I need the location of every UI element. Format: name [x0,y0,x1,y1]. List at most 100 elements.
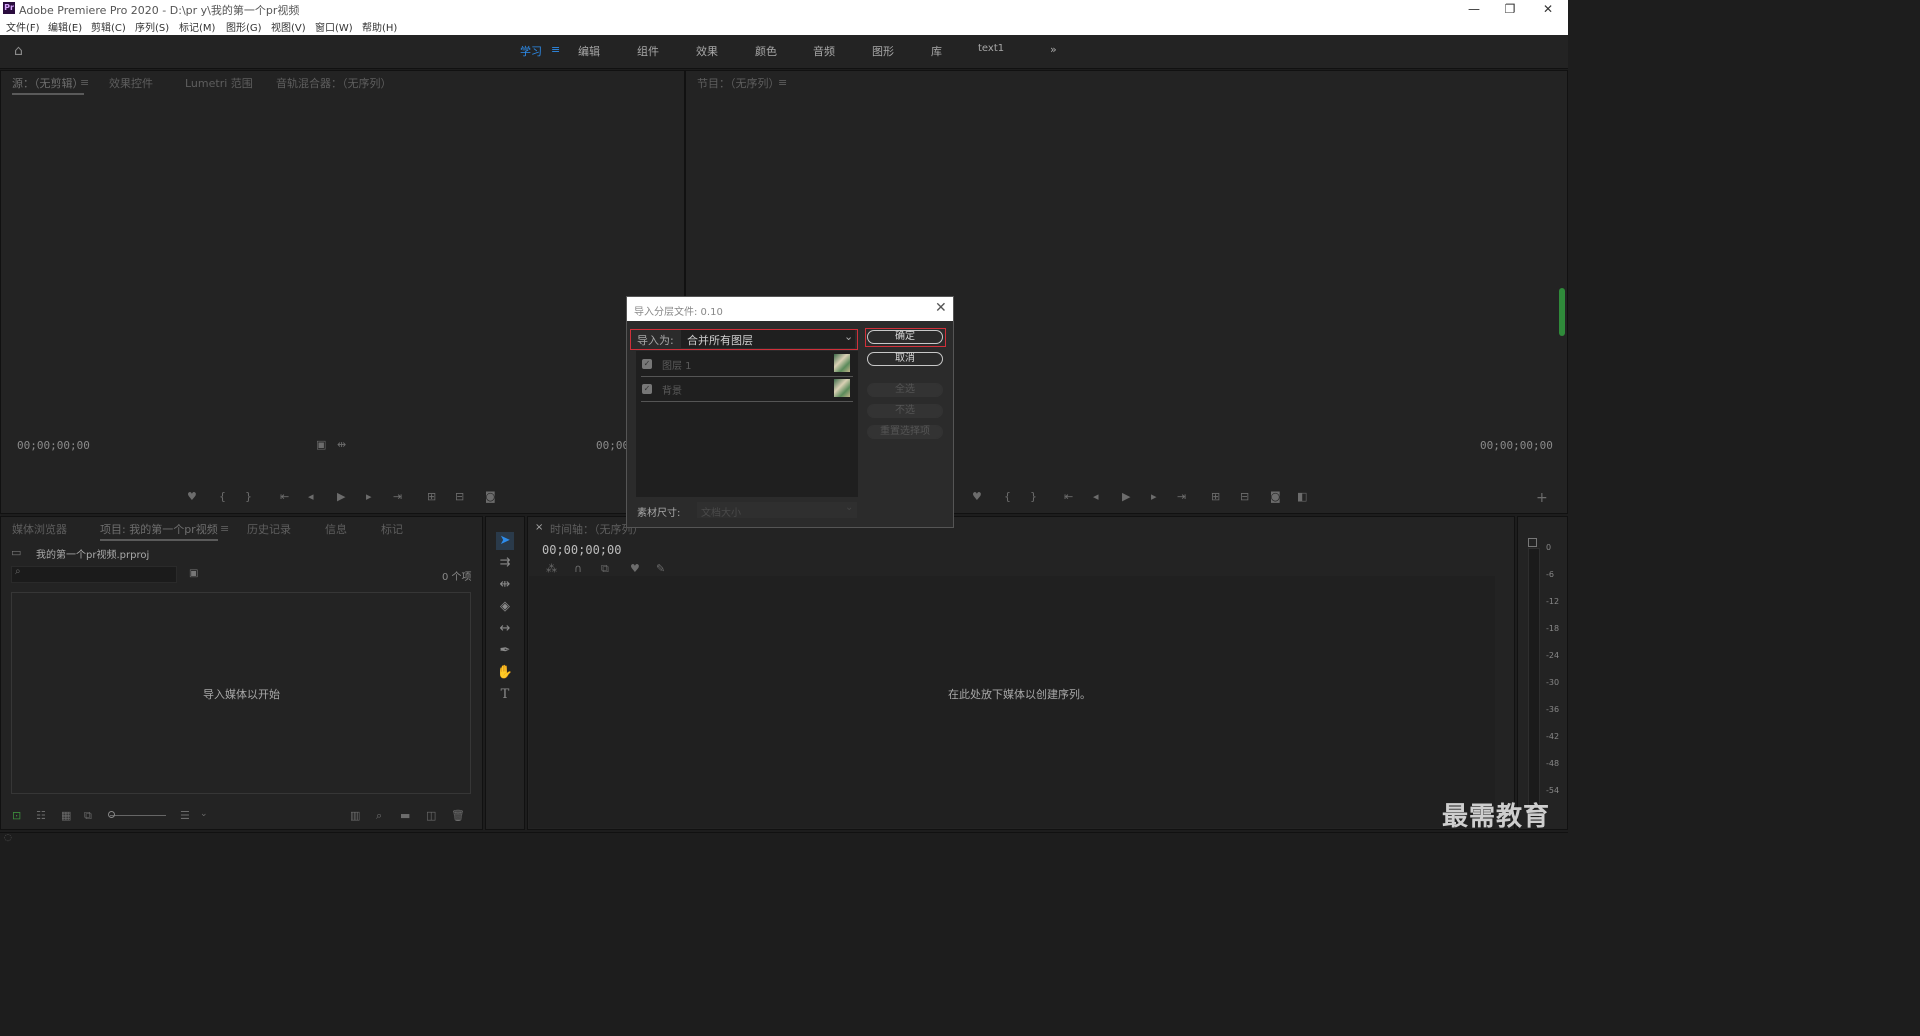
go-to-in-icon[interactable]: ⇤ [280,490,289,503]
menu-marker[interactable]: 标记(M) [179,19,215,34]
workspace-graphics[interactable]: 图形 [872,43,894,59]
tab-source[interactable]: 源：（无剪辑） [12,75,84,95]
sort-icons-icon[interactable]: ☰ [180,809,190,822]
close-window-button[interactable]: ✕ [1530,0,1566,18]
zoom-slider-handle[interactable] [108,811,115,818]
insert-icon[interactable]: ⊞ [427,490,436,503]
ripple-edit-tool-icon[interactable]: ⇹ [496,576,514,594]
timeline-track-area[interactable] [529,576,1495,828]
cancel-button[interactable]: 取消 [867,352,943,366]
menu-file[interactable]: 文件(F) [6,19,40,34]
minimize-button[interactable]: — [1456,0,1492,18]
panel-menu-icon[interactable]: ≡ [80,76,89,89]
automate-to-sequence-icon[interactable]: ▥ [350,809,360,822]
workspace-libraries[interactable]: 库 [931,43,942,59]
workspace-learn[interactable]: 学习 [520,43,542,59]
workspace-text1[interactable]: text1 [978,43,1004,54]
overwrite-icon[interactable]: ⊟ [455,490,464,503]
ok-button[interactable]: 确定 [867,330,943,344]
background-layer-checkbox[interactable]: ✓ [642,384,652,394]
tab-info[interactable]: 信息 [325,521,347,537]
program-panel-menu-icon[interactable]: ≡ [778,76,787,89]
layer-1-checkbox[interactable]: ✓ [642,359,652,369]
list-view-icon[interactable]: ☷ [36,809,46,822]
icon-view-icon[interactable]: ▦ [61,809,71,822]
project-search-input[interactable] [11,566,177,583]
meter-solo-icon[interactable] [1528,538,1537,547]
workspace-menu-icon[interactable]: ≡ [551,43,560,56]
program-add-marker-icon[interactable]: ♥ [972,490,982,503]
tab-lumetri-scopes[interactable]: Lumetri 范围 [185,75,253,91]
tab-program[interactable]: 节目：（无序列） [697,75,780,91]
tab-effect-controls[interactable]: 效果控件 [109,75,153,91]
select-all-button[interactable]: 全选 [867,383,943,397]
razor-tool-icon[interactable]: ◈ [496,598,514,616]
workspace-audio[interactable]: 音频 [813,43,835,59]
menu-help[interactable]: 帮助(H) [362,19,397,34]
tab-audio-track-mixer[interactable]: 音轨混合器：（无序列） [276,75,392,91]
snap-icon[interactable]: ∩ [574,562,582,575]
pen-tool-icon[interactable]: ✒ [496,642,514,660]
clear-icon[interactable]: 🗑 [451,809,465,822]
source-timecode[interactable]: 00;00;00;00 [17,439,90,452]
type-tool-icon[interactable]: T [496,686,514,704]
program-export-frame-icon[interactable]: ◙ [1270,490,1281,503]
program-go-to-out-icon[interactable]: ⇥ [1177,490,1186,503]
zoom-slider[interactable] [110,815,166,816]
add-button-icon[interactable]: + [1536,490,1548,506]
workspace-color[interactable]: 颜色 [755,43,777,59]
program-mark-in-icon[interactable]: { [1004,490,1011,503]
dialog-close-button[interactable]: ✕ [935,300,947,316]
export-frame-icon[interactable]: ◙ [485,490,496,503]
zoom-scrollbar[interactable] [1559,288,1565,336]
program-step-back-icon[interactable]: ◂ [1093,490,1099,503]
tab-media-browser[interactable]: 媒体浏览器 [12,521,67,537]
menu-edit[interactable]: 编辑(E) [48,19,82,34]
workspace-overflow-button[interactable]: » [1050,43,1057,56]
restore-button[interactable]: ❐ [1492,0,1528,18]
close-timeline-icon[interactable]: × [535,522,543,533]
new-item-icon[interactable]: ◫ [426,809,436,822]
menu-window[interactable]: 窗口(W) [315,19,353,34]
workspace-assembly[interactable]: 组件 [637,43,659,59]
lift-icon[interactable]: ⊞ [1211,490,1220,503]
play-icon[interactable]: ▶ [337,490,345,503]
workspace-editing[interactable]: 编辑 [578,43,600,59]
freeform-view-icon[interactable]: ⧉ [84,809,92,823]
add-marker-icon[interactable]: ♥ [187,490,197,503]
menu-clip[interactable]: 剪辑(C) [91,19,126,34]
tab-history[interactable]: 历史记录 [247,521,291,537]
project-panel-menu-icon[interactable]: ≡ [220,522,229,535]
extract-icon[interactable]: ⊟ [1240,490,1249,503]
new-search-bin-icon[interactable]: ▣ [189,568,198,579]
program-play-icon[interactable]: ▶ [1122,490,1130,503]
drag-video-icon[interactable]: ▣ [316,438,326,451]
mark-in-icon[interactable]: { [219,490,226,503]
select-none-button[interactable]: 不选 [867,404,943,418]
workspace-effects[interactable]: 效果 [696,43,718,59]
home-icon[interactable]: ⌂ [14,43,23,59]
program-mark-out-icon[interactable]: } [1030,490,1037,503]
sort-dropdown-icon[interactable]: ⌄ [200,809,208,819]
track-select-tool-icon[interactable]: ⇉ [496,554,514,572]
go-to-out-icon[interactable]: ⇥ [393,490,402,503]
linked-selection-icon[interactable]: ⧉ [601,562,609,576]
drag-audio-icon[interactable]: ⇹ [337,438,346,451]
find-icon[interactable]: ⌕ [376,809,382,823]
new-bin-icon[interactable]: ▬ [400,809,410,822]
reset-selection-button[interactable]: 重置选择项 [867,425,943,439]
program-go-to-in-icon[interactable]: ⇤ [1064,490,1073,503]
lock-icon[interactable]: ⊡ [12,809,21,822]
program-step-forward-icon[interactable]: ▸ [1151,490,1157,503]
selection-tool-icon[interactable]: ➤ [496,532,514,550]
wrench-icon[interactable]: ✎ [656,562,665,575]
menu-view[interactable]: 视图(V) [271,19,306,34]
timeline-marker-icon[interactable]: ♥ [630,562,640,575]
tab-markers[interactable]: 标记 [381,521,403,537]
hand-tool-icon[interactable]: ✋ [496,664,514,682]
step-forward-icon[interactable]: ▸ [366,490,372,503]
step-back-icon[interactable]: ◂ [308,490,314,503]
menu-graphics[interactable]: 图形(G) [226,19,262,34]
menu-sequence[interactable]: 序列(S) [135,19,169,34]
timeline-timecode[interactable]: 00;00;00;00 [542,543,621,557]
